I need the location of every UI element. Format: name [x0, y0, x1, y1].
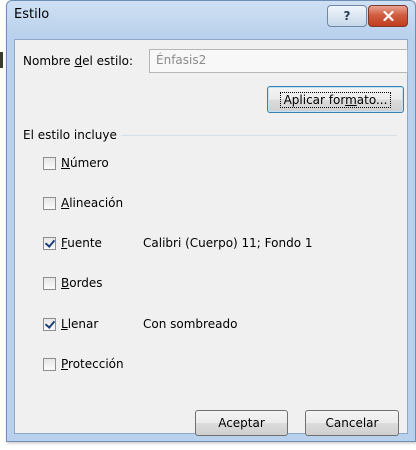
help-icon: ?	[343, 9, 351, 23]
checkbox-label: Número	[61, 156, 109, 170]
fill-description: Con sombreado	[143, 317, 238, 331]
checkbox-box-checked[interactable]	[43, 317, 56, 331]
checkbox-numero[interactable]: Número	[43, 154, 109, 172]
checkbox-label: Bordes	[61, 276, 103, 290]
style-name-label: Nombre del estilo:	[23, 54, 134, 68]
dialog-title: Estilo	[14, 7, 50, 22]
checkbox-alineacion[interactable]: Alineación	[43, 194, 123, 212]
checkbox-fuente[interactable]: Fuente	[43, 234, 102, 252]
cancel-button[interactable]: Cancelar	[305, 410, 399, 436]
group-separator	[121, 135, 397, 136]
style-dialog: Estilo ? Nombre del estilo: Énfasis2 Apl…	[6, 0, 416, 442]
checkbox-box[interactable]	[43, 276, 56, 290]
title-bar[interactable]: Estilo ?	[7, 1, 415, 41]
help-button[interactable]: ?	[327, 5, 367, 27]
background-window-edge	[0, 52, 3, 68]
checkbox-label: Llenar	[61, 317, 99, 331]
checkbox-box[interactable]	[43, 196, 56, 210]
checkbox-box-checked[interactable]	[43, 236, 56, 250]
checkbox-label: Fuente	[61, 236, 102, 250]
apply-format-button[interactable]: Aplicar formato...	[267, 86, 404, 113]
group-label: El estilo incluye	[23, 128, 117, 142]
close-icon	[382, 11, 394, 21]
checkbox-proteccion[interactable]: Protección	[43, 355, 124, 373]
close-button[interactable]	[368, 5, 408, 27]
checkbox-box[interactable]	[43, 156, 56, 170]
apply-format-label: Aplicar formato...	[279, 91, 392, 108]
font-description: Calibri (Cuerpo) 11; Fondo 1	[143, 236, 313, 250]
style-name-field[interactable]: Énfasis2	[149, 49, 408, 73]
checkbox-bordes[interactable]: Bordes	[43, 274, 103, 292]
checkbox-label: Alineación	[61, 196, 124, 210]
checkbox-box[interactable]	[43, 357, 56, 371]
dialog-body: Nombre del estilo: Énfasis2 Aplicar form…	[14, 39, 408, 436]
ok-button[interactable]: Aceptar	[195, 410, 288, 436]
checkbox-llenar[interactable]: Llenar	[43, 315, 98, 333]
checkbox-label: Protección	[61, 357, 124, 371]
